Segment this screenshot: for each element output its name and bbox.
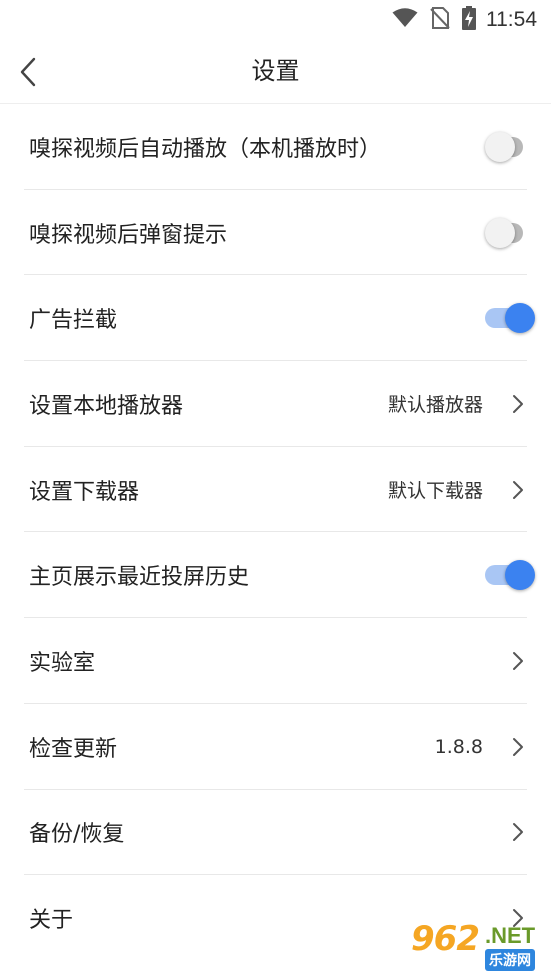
toggle-thumb xyxy=(485,131,515,162)
setting-ad-block[interactable]: 广告拦截 xyxy=(0,275,551,361)
setting-label: 嗅探视频后弹窗提示 xyxy=(29,222,228,248)
title-bar: 设置 xyxy=(0,40,551,104)
popup-toggle[interactable] xyxy=(485,217,537,248)
page-title: 设置 xyxy=(251,57,300,85)
watermark-number: 962 xyxy=(411,919,480,959)
setting-popup-after-sniff[interactable]: 嗅探视频后弹窗提示 xyxy=(0,190,551,276)
setting-label: 广告拦截 xyxy=(29,308,118,334)
setting-lab[interactable]: 实验室 xyxy=(0,618,551,704)
back-button[interactable] xyxy=(10,52,46,92)
setting-recent-cast-history[interactable]: 主页展示最近投屏历史 xyxy=(0,532,551,618)
toggle-thumb xyxy=(485,217,515,248)
chevron-right-icon xyxy=(511,651,525,671)
setting-label: 嗅探视频后自动播放（本机播放时） xyxy=(29,136,382,162)
chevron-right-icon xyxy=(511,737,525,757)
setting-value: 默认下载器 xyxy=(387,480,483,503)
watermark-caption: 乐游网 xyxy=(485,949,535,971)
no-sim-icon xyxy=(430,7,450,33)
status-time: 11:54 xyxy=(486,8,537,31)
setting-auto-play-after-sniff[interactable]: 嗅探视频后自动播放（本机播放时） xyxy=(0,104,551,190)
setting-label: 设置下载器 xyxy=(29,479,140,505)
setting-value: 默认播放器 xyxy=(387,394,483,417)
setting-label: 主页展示最近投屏历史 xyxy=(29,565,250,591)
chevron-right-icon xyxy=(511,394,525,414)
setting-downloader[interactable]: 设置下载器 默认下载器 xyxy=(0,447,551,533)
setting-backup-restore[interactable]: 备份/恢复 xyxy=(0,790,551,876)
setting-local-player[interactable]: 设置本地播放器 默认播放器 xyxy=(0,361,551,447)
toggle-thumb xyxy=(505,303,535,334)
ad-block-toggle[interactable] xyxy=(485,303,537,334)
setting-check-update[interactable]: 检查更新 1.8.8 xyxy=(0,704,551,790)
chevron-right-icon xyxy=(511,480,525,500)
watermark-logo: 962 .NET 乐游网 xyxy=(405,919,545,973)
chevron-left-icon xyxy=(20,57,36,87)
setting-label: 设置本地播放器 xyxy=(29,393,184,419)
wifi-icon xyxy=(392,8,418,32)
toggle-thumb xyxy=(505,560,535,591)
setting-label: 备份/恢复 xyxy=(29,822,125,848)
chevron-right-icon xyxy=(511,822,525,842)
status-bar: 11:54 xyxy=(0,0,551,40)
watermark-suffix: .NET xyxy=(485,923,536,948)
settings-list: 嗅探视频后自动播放（本机播放时） 嗅探视频后弹窗提示 广告拦截 设置本地播放器 … xyxy=(0,104,551,961)
recent-cast-toggle[interactable] xyxy=(485,560,537,591)
setting-label: 检查更新 xyxy=(29,736,118,762)
battery-charging-icon xyxy=(462,6,476,34)
setting-label: 实验室 xyxy=(29,650,96,676)
version-value: 1.8.8 xyxy=(434,735,483,758)
auto-play-toggle[interactable] xyxy=(485,131,537,162)
